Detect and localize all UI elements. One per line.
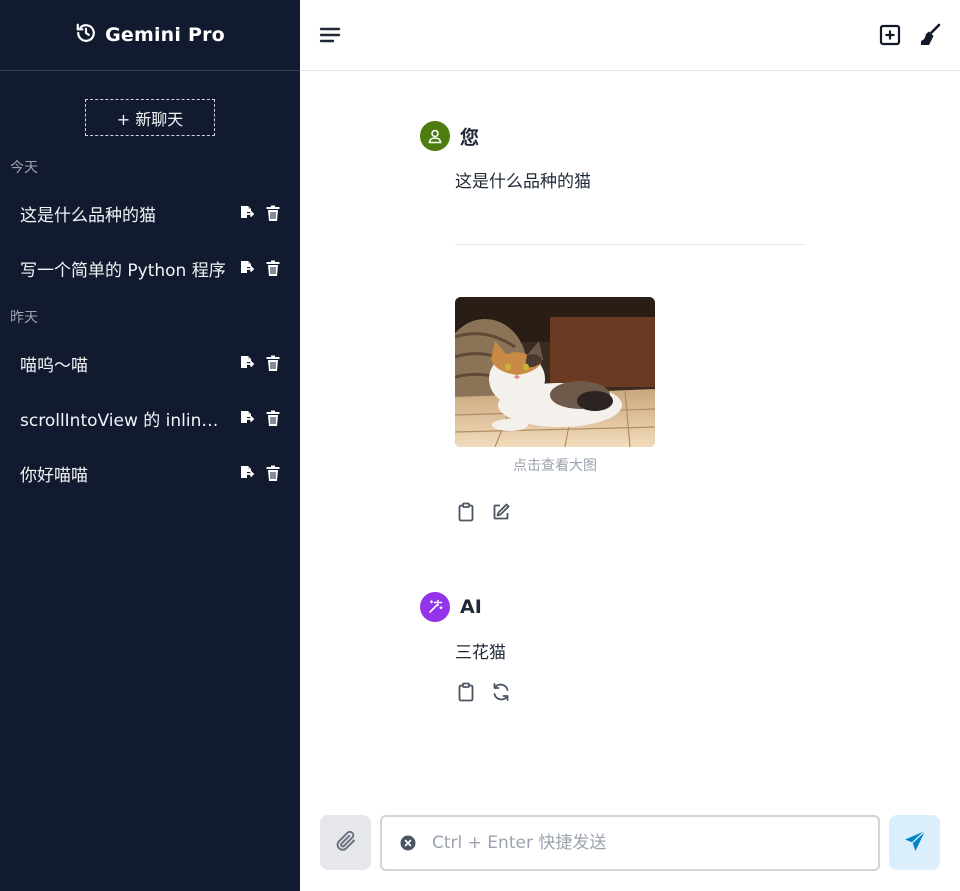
chat-item[interactable]: 写一个简单的 Python 程序 (0, 246, 300, 290)
refresh-icon[interactable] (490, 681, 512, 703)
image-caption[interactable]: 点击查看大图 (455, 455, 655, 475)
chat-item-label: 这是什么品种的猫 (20, 205, 156, 226)
plus-square-icon[interactable] (878, 23, 902, 47)
chat-item-label: 你好喵喵 (20, 465, 88, 486)
sidebar-header: Gemini Pro (0, 0, 300, 71)
x-circle-icon[interactable] (400, 835, 416, 851)
edit-icon[interactable] (490, 501, 512, 523)
send-icon (903, 829, 927, 857)
chat-item[interactable]: 这是什么品种的猫 (0, 191, 300, 235)
chat-item-label: 喵呜〜喵 (20, 355, 88, 376)
chat-item[interactable]: scrollIntoView 的 inline 参数 (0, 396, 300, 440)
app-title: Gemini Pro (105, 24, 225, 46)
magic-wand-icon (420, 592, 450, 622)
chat-item[interactable]: 你好喵喵 (0, 451, 300, 495)
ai-message-header: AI (420, 592, 482, 622)
ai-message-actions (455, 681, 512, 703)
ai-message-text: 三花猫 (455, 643, 506, 663)
export-file-icon[interactable] (238, 203, 256, 223)
message-input-box (380, 815, 880, 871)
divider (455, 244, 805, 245)
attached-cat-image[interactable] (455, 297, 655, 447)
ai-name: AI (460, 596, 482, 618)
trash-icon[interactable] (264, 463, 282, 483)
top-bar (300, 0, 960, 71)
user-message-text: 这是什么品种的猫 (455, 172, 591, 192)
user-message-actions (455, 501, 512, 523)
clipboard-icon[interactable] (455, 681, 477, 703)
user-avatar (420, 121, 450, 151)
export-file-icon[interactable] (238, 408, 256, 428)
new-chat-button[interactable]: + 新聊天 (85, 99, 215, 136)
chat-item-label: scrollIntoView 的 inline 参数 (20, 410, 228, 431)
group-label-yesterday: 昨天 (10, 310, 38, 326)
user-message-header: 您 (420, 121, 479, 151)
send-button[interactable] (889, 815, 940, 870)
export-file-icon[interactable] (238, 258, 256, 278)
message-input[interactable] (432, 833, 852, 853)
trash-icon[interactable] (264, 203, 282, 223)
attach-button[interactable] (320, 815, 371, 870)
broom-icon[interactable] (918, 23, 942, 47)
trash-icon[interactable] (264, 353, 282, 373)
paperclip-icon (334, 829, 358, 857)
trash-icon[interactable] (264, 408, 282, 428)
chat-item[interactable]: 喵呜〜喵 (0, 341, 300, 385)
export-file-icon[interactable] (238, 463, 256, 483)
chat-panel: 您 这是什么品种的猫 点击查看大图 AI 三花猫 Ctrl + Enter 快捷… (300, 0, 960, 891)
export-file-icon[interactable] (238, 353, 256, 373)
history-icon (75, 22, 97, 48)
menu-icon[interactable] (318, 23, 342, 47)
sidebar: Gemini Pro + 新聊天 今天 这是什么品种的猫 写一个简单的 Pyth… (0, 0, 300, 891)
chat-item-label: 写一个简单的 Python 程序 (20, 260, 226, 281)
clipboard-icon[interactable] (455, 501, 477, 523)
group-label-today: 今天 (10, 160, 38, 176)
user-name: 您 (460, 126, 480, 149)
trash-icon[interactable] (264, 258, 282, 278)
